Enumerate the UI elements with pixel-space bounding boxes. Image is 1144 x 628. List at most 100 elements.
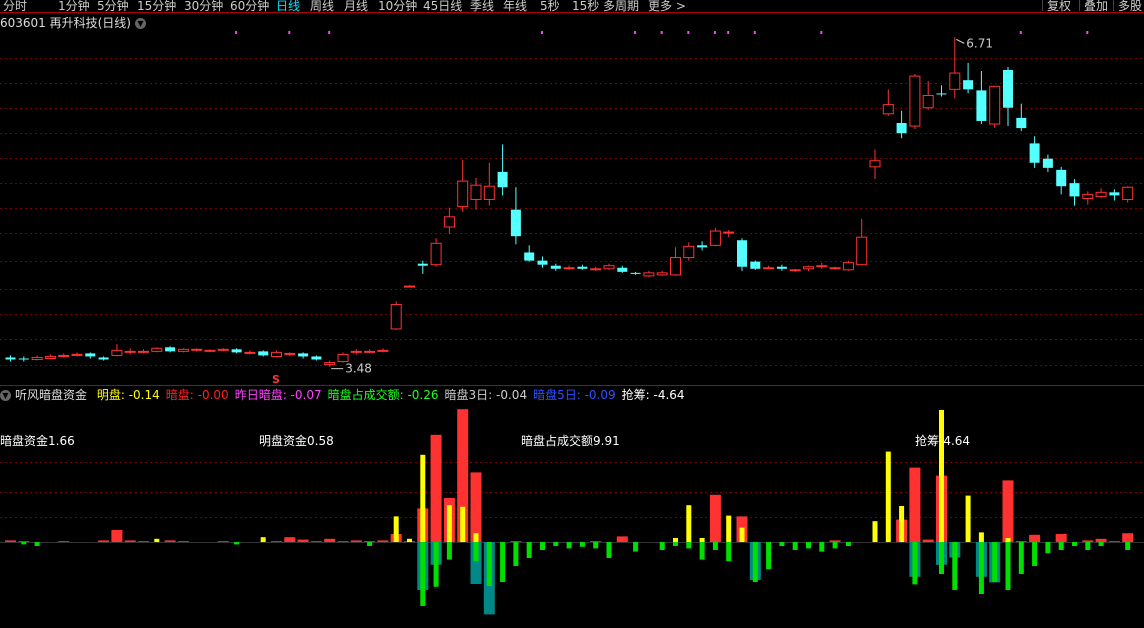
dark-ratio-bar — [446, 542, 452, 560]
candle-body — [457, 180, 469, 208]
candle — [258, 350, 269, 357]
dark-ratio-bar — [712, 542, 718, 550]
dark-ratio-bar — [633, 542, 639, 552]
dark-fund-bar — [111, 530, 123, 542]
signal-dot — [288, 31, 291, 34]
signal-dot — [660, 31, 663, 34]
candle — [829, 266, 841, 270]
candle-body — [643, 272, 655, 277]
candle — [111, 344, 123, 357]
candle — [524, 245, 535, 262]
candle-body — [1082, 193, 1094, 199]
candle-body — [510, 209, 521, 237]
dark-ratio-bar — [34, 542, 40, 546]
dark-fund-bar — [337, 541, 349, 542]
dark-ratio-bar — [593, 542, 599, 549]
candle — [151, 347, 163, 353]
candle — [683, 242, 695, 261]
visible-fund-bar — [939, 410, 944, 542]
visible-fund-bar — [739, 527, 745, 542]
candle — [709, 228, 721, 247]
candle — [350, 349, 362, 355]
candle-body — [882, 104, 894, 115]
dark-fund-bar — [217, 541, 229, 542]
dark-fund-bar — [177, 541, 189, 542]
dark-ratio-bar — [486, 542, 492, 586]
candle — [949, 37, 961, 99]
candle — [377, 348, 389, 353]
dark-ratio-bar — [1045, 542, 1051, 554]
dark-ratio-bar — [367, 542, 373, 546]
dark-fund-bar — [138, 541, 149, 542]
dark-fund-bar — [284, 537, 296, 542]
candle — [563, 265, 575, 270]
candle — [763, 265, 775, 270]
dark-fund-bar — [5, 540, 16, 542]
candle — [244, 350, 256, 355]
dark-fund-bar — [164, 540, 176, 542]
candle — [963, 62, 974, 94]
candle-body — [44, 355, 56, 359]
visible-fund-bar — [699, 538, 705, 542]
dark-fund-bar — [922, 539, 934, 542]
candle-body — [337, 353, 349, 363]
candle — [31, 355, 43, 361]
dark-ratio-bar — [513, 542, 519, 566]
visible-fund-bar — [965, 495, 971, 542]
dark-fund-bar — [324, 538, 336, 542]
dark-fund-bar — [1002, 480, 1014, 542]
candle — [789, 268, 801, 272]
candle-body — [85, 353, 96, 357]
candle-body — [723, 231, 735, 234]
signal-dot — [328, 31, 331, 34]
candle-body — [590, 268, 602, 271]
candle-body — [177, 348, 189, 352]
candle — [85, 352, 96, 359]
candle — [483, 162, 495, 206]
candle-body — [5, 357, 16, 360]
candle — [430, 238, 442, 267]
dark-fund-bar — [829, 540, 841, 542]
visible-fund-bar — [154, 538, 160, 542]
candle-body — [922, 94, 934, 109]
dark-ratio-bar — [1032, 542, 1038, 566]
indicator-value: 暗盘3日: -0.04 — [444, 388, 528, 402]
dark-ratio-bar — [978, 542, 984, 594]
chevron-down-icon[interactable]: ▼ — [0, 390, 11, 401]
dark-ratio-bar — [673, 542, 678, 546]
indicator-value: 暗盘5日: -0.09 — [533, 388, 616, 402]
candle — [869, 149, 881, 180]
candle-body — [750, 261, 761, 269]
high-arrow — [956, 38, 965, 44]
candle — [842, 260, 854, 271]
candle-body — [31, 356, 43, 361]
visible-fund-bar — [446, 505, 452, 542]
visible-fund-bar — [460, 506, 466, 542]
visible-fund-bar — [260, 537, 266, 542]
candle-body — [390, 303, 402, 330]
candle — [1042, 154, 1053, 172]
candle — [922, 81, 934, 110]
dark-ratio-bar — [792, 542, 798, 550]
annotation-grab: 抢筹-4.64 — [915, 434, 971, 448]
annotation-dark-ratio: 暗盘占成交额9.91 — [521, 434, 620, 448]
candle-body — [776, 266, 787, 269]
candle — [231, 348, 242, 354]
dark-ratio-bar — [526, 542, 532, 558]
candle — [124, 348, 136, 355]
candle — [457, 159, 469, 212]
dark-ratio-bar — [992, 542, 998, 582]
candle-body — [789, 269, 801, 272]
candle-body — [204, 349, 216, 352]
dark-ratio-bar — [752, 542, 758, 582]
signal-dot — [753, 31, 756, 34]
candle — [656, 270, 668, 276]
candle — [617, 265, 628, 273]
candle — [98, 356, 109, 361]
candle-body — [151, 347, 163, 352]
dark-ratio-bar — [1072, 542, 1077, 546]
dark-fund-bar — [616, 536, 628, 542]
dark-ratio-bar — [433, 542, 439, 587]
candle — [404, 285, 415, 288]
indicator-value: 明盘: -0.14 — [96, 388, 160, 402]
